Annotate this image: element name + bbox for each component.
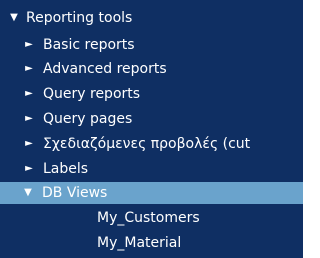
tree-node-label: Reporting tools (26, 10, 133, 26)
reporting-tools-tree: ▼ Reporting tools ► Basic reports ► Adva… (0, 0, 303, 258)
collapsed-triangle-icon[interactable]: ► (23, 58, 35, 80)
tree-node-query-pages[interactable]: ► Query pages (0, 108, 303, 130)
tree-node-label: Advanced reports (43, 61, 167, 77)
tree-node-label: My_Material (97, 235, 182, 251)
tree-node-reporting-tools[interactable]: ▼ Reporting tools (0, 7, 303, 29)
tree-node-my-customers[interactable]: My_Customers (0, 207, 303, 229)
tree-node-label: Query pages (43, 111, 133, 127)
tree-node-query-reports[interactable]: ► Query reports (0, 83, 303, 105)
expanded-triangle-icon[interactable]: ▼ (22, 182, 34, 204)
collapsed-triangle-icon[interactable]: ► (23, 133, 35, 155)
tree-node-my-material[interactable]: My_Material (0, 232, 303, 254)
expanded-triangle-icon[interactable]: ▼ (8, 7, 20, 29)
tree-node-label: DB Views (42, 185, 108, 201)
tree-node-db-views[interactable]: ▼ DB Views (0, 182, 303, 204)
tree-node-labels[interactable]: ► Labels (0, 158, 303, 180)
collapsed-triangle-icon[interactable]: ► (23, 34, 35, 56)
tree-node-label: Basic reports (43, 37, 135, 53)
tree-node-label: Σχεδιαζόμενες προβολές (cut (43, 136, 251, 152)
tree-node-basic-reports[interactable]: ► Basic reports (0, 34, 303, 56)
collapsed-triangle-icon[interactable]: ► (23, 158, 35, 180)
tree-node-label: My_Customers (97, 210, 200, 226)
collapsed-triangle-icon[interactable]: ► (23, 83, 35, 105)
tree-node-label: Labels (43, 161, 89, 177)
tree-node-advanced-reports[interactable]: ► Advanced reports (0, 58, 303, 80)
collapsed-triangle-icon[interactable]: ► (23, 108, 35, 130)
tree-node-label: Query reports (43, 86, 141, 102)
tree-node-planned-views[interactable]: ► Σχεδιαζόμενες προβολές (cut (0, 133, 303, 155)
